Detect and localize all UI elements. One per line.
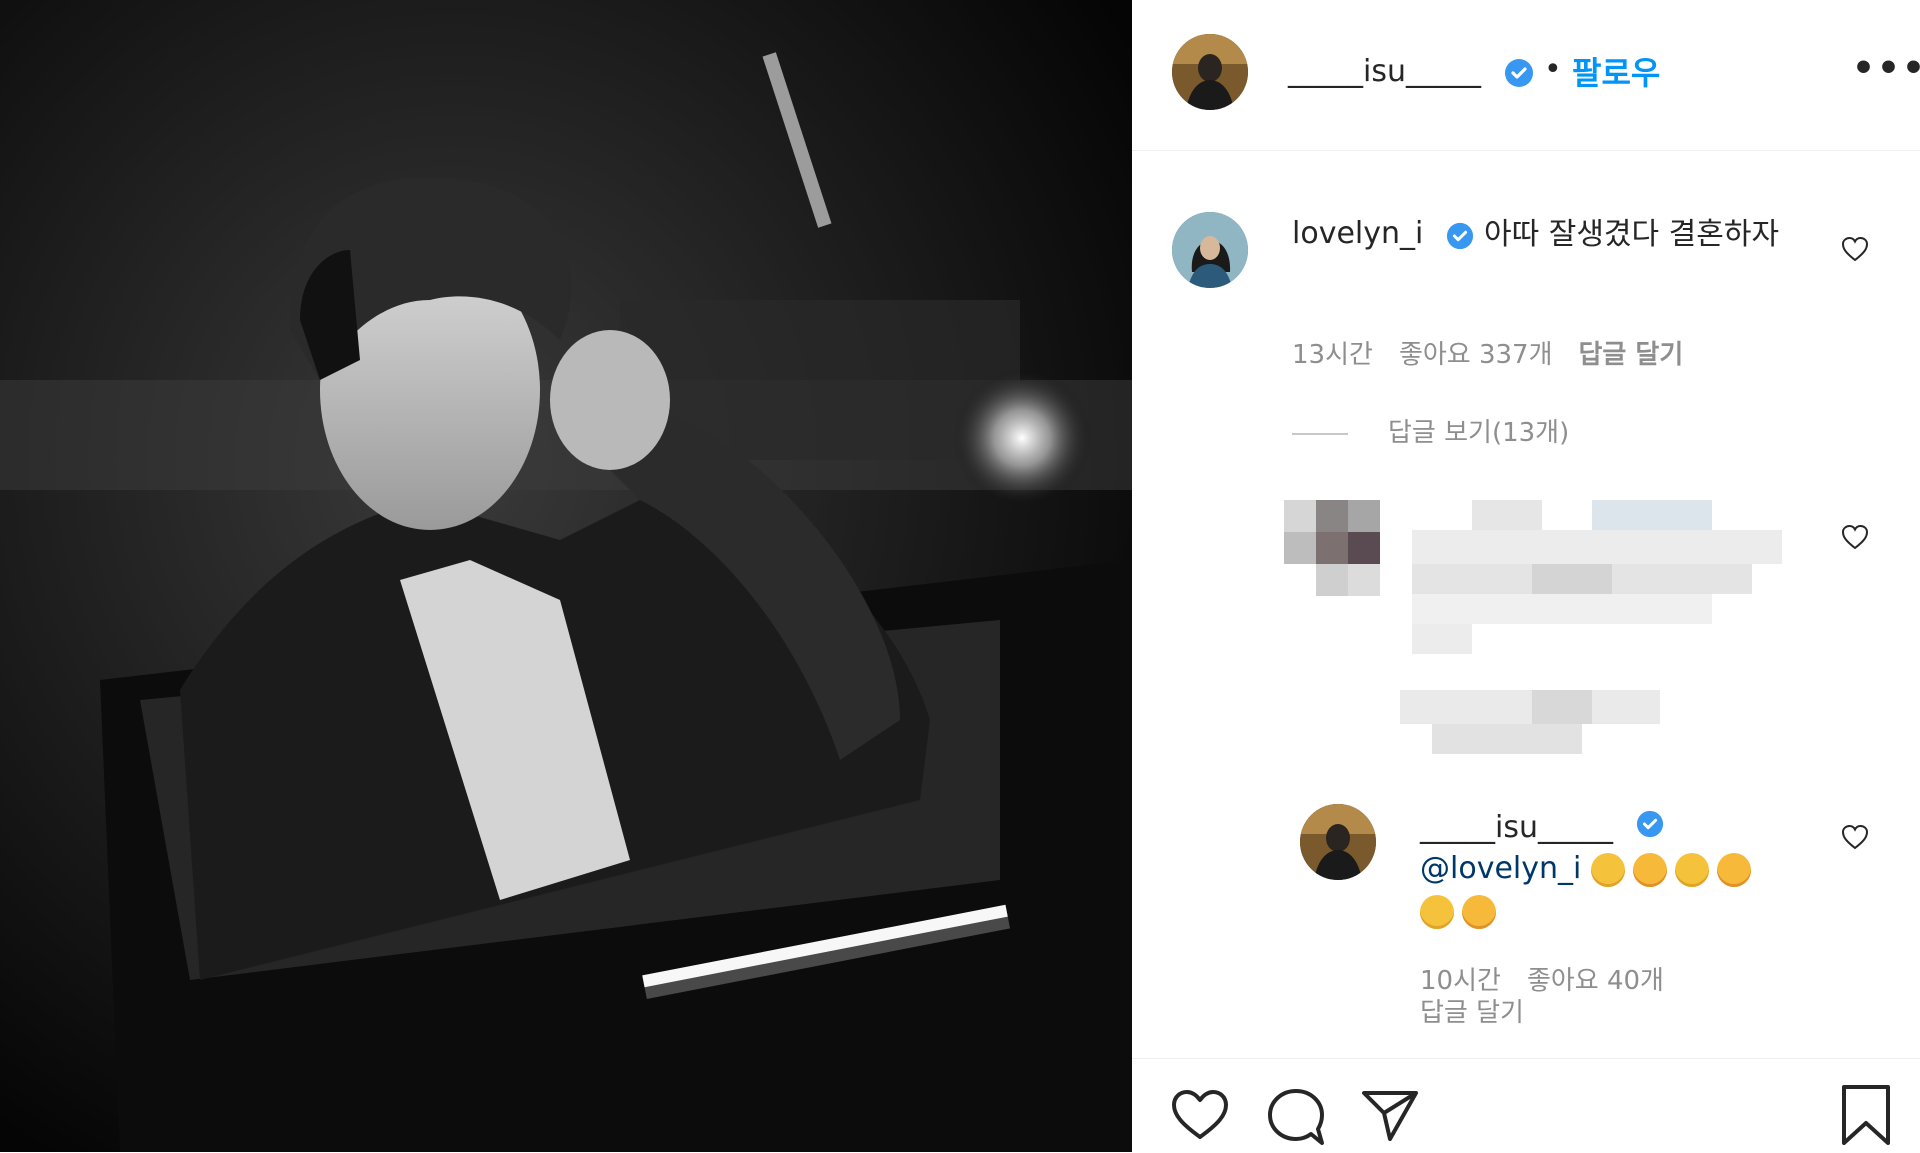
post-header: _____isu_____ • 팔로우 ••• xyxy=(1132,0,1920,151)
grinning-face-emoji-icon xyxy=(1590,852,1625,887)
reply-reply-button[interactable]: 답글 달기 xyxy=(1420,992,1524,1029)
view-replies-label: 답글 보기(13개) xyxy=(1388,418,1570,448)
replies-divider xyxy=(1292,432,1348,435)
author-avatar[interactable] xyxy=(1172,34,1248,110)
verified-badge-icon xyxy=(1636,810,1664,838)
smiling-face-hearts-emoji-icon xyxy=(1462,894,1496,929)
post-action-bar xyxy=(1132,1058,1920,1153)
reply-username[interactable]: _____isu_____ xyxy=(1420,810,1613,845)
comment-username[interactable]: lovelyn_i xyxy=(1292,216,1423,251)
header-separator: • xyxy=(1544,52,1562,87)
verified-badge-icon xyxy=(1446,222,1474,250)
post-photo[interactable] xyxy=(0,0,1132,1152)
comment-icon[interactable] xyxy=(1266,1087,1326,1147)
pixelated-avatar xyxy=(1284,500,1384,600)
view-replies-button[interactable]: 답글 보기(13개) xyxy=(1292,412,1569,449)
comment-heart-icon[interactable] xyxy=(1840,522,1870,552)
reply-avatar[interactable] xyxy=(1300,804,1376,880)
send-icon[interactable] xyxy=(1360,1087,1420,1143)
more-options-icon[interactable]: ••• xyxy=(1852,48,1920,89)
follow-button[interactable]: 팔로우 xyxy=(1572,48,1660,94)
comment-likes[interactable]: 좋아요 337개 xyxy=(1399,340,1553,370)
reply-heart-icon[interactable] xyxy=(1840,822,1870,852)
author-username[interactable]: _____isu_____ xyxy=(1288,54,1481,89)
pixelated-comment-text xyxy=(1400,500,1782,780)
comment-reply-button[interactable]: 답글 달기 xyxy=(1579,340,1684,370)
reply-likes[interactable]: 좋아요 40개 xyxy=(1527,966,1664,996)
reply-mention[interactable]: @lovelyn_i xyxy=(1420,851,1581,886)
post-side-panel: _____isu_____ • 팔로우 ••• lovelyn_i 아따 잘생겼… xyxy=(1132,0,1920,1152)
bookmark-icon[interactable] xyxy=(1840,1083,1892,1147)
verified-badge-icon xyxy=(1505,59,1533,87)
grinning-face-emoji-icon xyxy=(1674,852,1709,887)
comment-text: 아따 잘생겼다 결혼하자 xyxy=(1484,217,1780,252)
heart-icon[interactable] xyxy=(1170,1087,1230,1143)
smiling-face-hearts-emoji-icon xyxy=(1716,852,1751,887)
instagram-post-view: _____isu_____ • 팔로우 ••• lovelyn_i 아따 잘생겼… xyxy=(0,0,1920,1152)
comment-meta: 13시간 좋아요 337개 답글 달기 xyxy=(1292,334,1709,371)
smiling-face-hearts-emoji-icon xyxy=(1632,852,1667,887)
commenter-avatar[interactable] xyxy=(1172,212,1248,288)
comment-time: 13시간 xyxy=(1292,340,1373,370)
comment-heart-icon[interactable] xyxy=(1840,234,1870,264)
reply-text: @lovelyn_i xyxy=(1420,848,1760,932)
grinning-face-emoji-icon xyxy=(1420,894,1454,929)
post-photo-image xyxy=(0,0,1132,1152)
